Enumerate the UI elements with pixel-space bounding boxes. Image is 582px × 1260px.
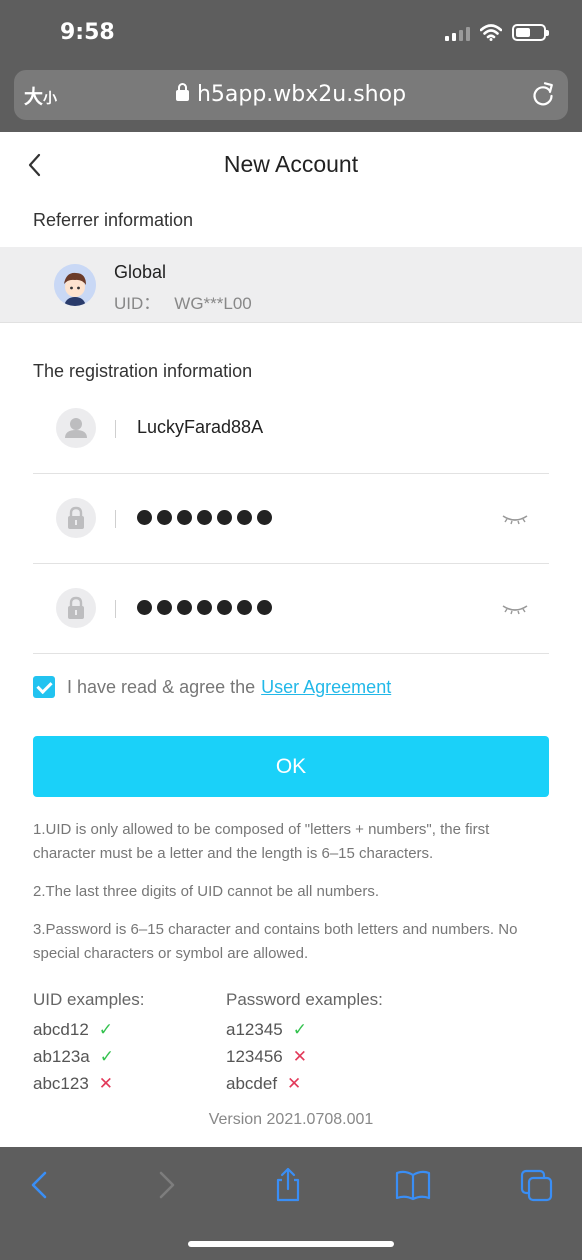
mask-dot <box>157 510 172 525</box>
username-input[interactable]: LuckyFarad88A <box>137 417 263 438</box>
mask-dot <box>217 510 232 525</box>
eye-closed-icon[interactable] <box>501 512 529 526</box>
home-indicator <box>188 1241 394 1247</box>
example-value: abcdef <box>226 1073 278 1093</box>
password-input[interactable] <box>137 510 272 525</box>
mask-dot <box>237 510 252 525</box>
cross-icon: ✕ <box>98 1073 114 1093</box>
username-field[interactable]: LuckyFarad88A <box>33 384 549 474</box>
bookmarks-icon[interactable] <box>393 1167 433 1203</box>
check-icon: ✓ <box>292 1019 307 1039</box>
version-text: Version 2021.0708.001 <box>208 1111 374 1128</box>
address-bar[interactable]: 大小 h5app.wbx2u.shop <box>14 70 568 120</box>
page-title: New Account <box>223 151 359 177</box>
check-icon: ✓ <box>98 1019 114 1039</box>
password-examples-title: Password examples: <box>226 990 383 1009</box>
mask-dot <box>217 600 232 615</box>
example-value: ab123a <box>33 1046 90 1066</box>
wifi-icon <box>480 24 502 41</box>
mask-dot <box>137 510 152 525</box>
mask-dot <box>197 510 212 525</box>
ok-button[interactable]: OK <box>33 736 549 797</box>
mask-dot <box>257 510 272 525</box>
example-row: ab123a ✓ <box>33 1043 144 1070</box>
uid-value: WG***L00 <box>174 294 252 313</box>
browser-top-chrome: 9:58 大小 h5app.wbx2u.shop <box>0 0 582 132</box>
lock-icon <box>175 83 189 101</box>
example-value: a12345 <box>226 1019 283 1039</box>
share-icon[interactable] <box>268 1167 308 1203</box>
referrer-section-label: Referrer information <box>33 210 194 230</box>
confirm-password-field[interactable] <box>33 564 549 654</box>
rule-text: 1.UID is only allowed to be composed of … <box>33 821 490 862</box>
url-field[interactable]: h5app.wbx2u.shop <box>14 82 568 107</box>
referrer-name: Global <box>114 262 167 282</box>
tabs-icon[interactable] <box>517 1167 557 1203</box>
referrer-card: Global UID： WG***L00 <box>0 247 582 323</box>
example-row: abc123 ✕ <box>33 1070 144 1097</box>
mask-dot <box>237 600 252 615</box>
lock-icon <box>56 498 96 538</box>
battery-icon <box>512 24 549 41</box>
password-examples: Password examples: a12345 ✓ 123456 ✕ abcdef ✕ <box>226 990 383 1097</box>
confirm-password-input[interactable] <box>137 600 272 615</box>
example-value: abc123 <box>33 1073 89 1093</box>
uid-examples: UID examples: abcd12 ✓ ab123a ✓ abc123 ✕ <box>33 990 144 1097</box>
lock-icon <box>56 588 96 628</box>
example-row: abcd12 ✓ <box>33 1016 144 1043</box>
user-agreement-link[interactable]: User Agreement <box>261 677 391 698</box>
rule-text: 3.Password is 6–15 character and contain… <box>33 921 518 962</box>
check-icon: ✓ <box>99 1046 114 1066</box>
agree-checkbox[interactable] <box>33 676 55 698</box>
cross-icon: ✕ <box>287 1073 302 1093</box>
avatar <box>54 264 96 306</box>
mask-dot <box>177 510 192 525</box>
agreement-row: I have read & agree the User Agreement <box>33 676 391 698</box>
referrer-uid: UID： WG***L00 <box>114 289 252 314</box>
status-icons <box>445 24 549 41</box>
uid-label: UID： <box>114 294 161 313</box>
page-header: New Account <box>0 132 582 196</box>
forward-icon[interactable] <box>146 1167 186 1203</box>
rule-text: 2.The last three digits of UID cannot be… <box>33 883 380 900</box>
password-field[interactable] <box>33 474 549 564</box>
registration-section-label: The registration information <box>33 361 253 381</box>
url-text: h5app.wbx2u.shop <box>196 82 407 107</box>
back-icon[interactable] <box>20 1167 60 1203</box>
cross-icon: ✕ <box>292 1046 307 1066</box>
mask-dot <box>157 600 172 615</box>
example-row: a12345 ✓ <box>226 1016 383 1043</box>
mask-dot <box>197 600 212 615</box>
mask-dot <box>177 600 192 615</box>
example-value: 123456 <box>226 1046 283 1066</box>
eye-closed-icon[interactable] <box>501 602 529 616</box>
cellular-signal-icon <box>445 25 470 41</box>
status-time: 9:58 <box>60 20 115 45</box>
agreement-text: I have read & agree the <box>67 676 256 697</box>
example-value: abcd12 <box>33 1019 89 1039</box>
user-icon <box>56 408 96 448</box>
mask-dot <box>257 600 272 615</box>
uid-examples-title: UID examples: <box>33 990 145 1009</box>
example-row: 123456 ✕ <box>226 1043 383 1070</box>
mask-dot <box>137 600 152 615</box>
example-row: abcdef ✕ <box>226 1070 383 1097</box>
reload-icon[interactable] <box>530 82 556 108</box>
